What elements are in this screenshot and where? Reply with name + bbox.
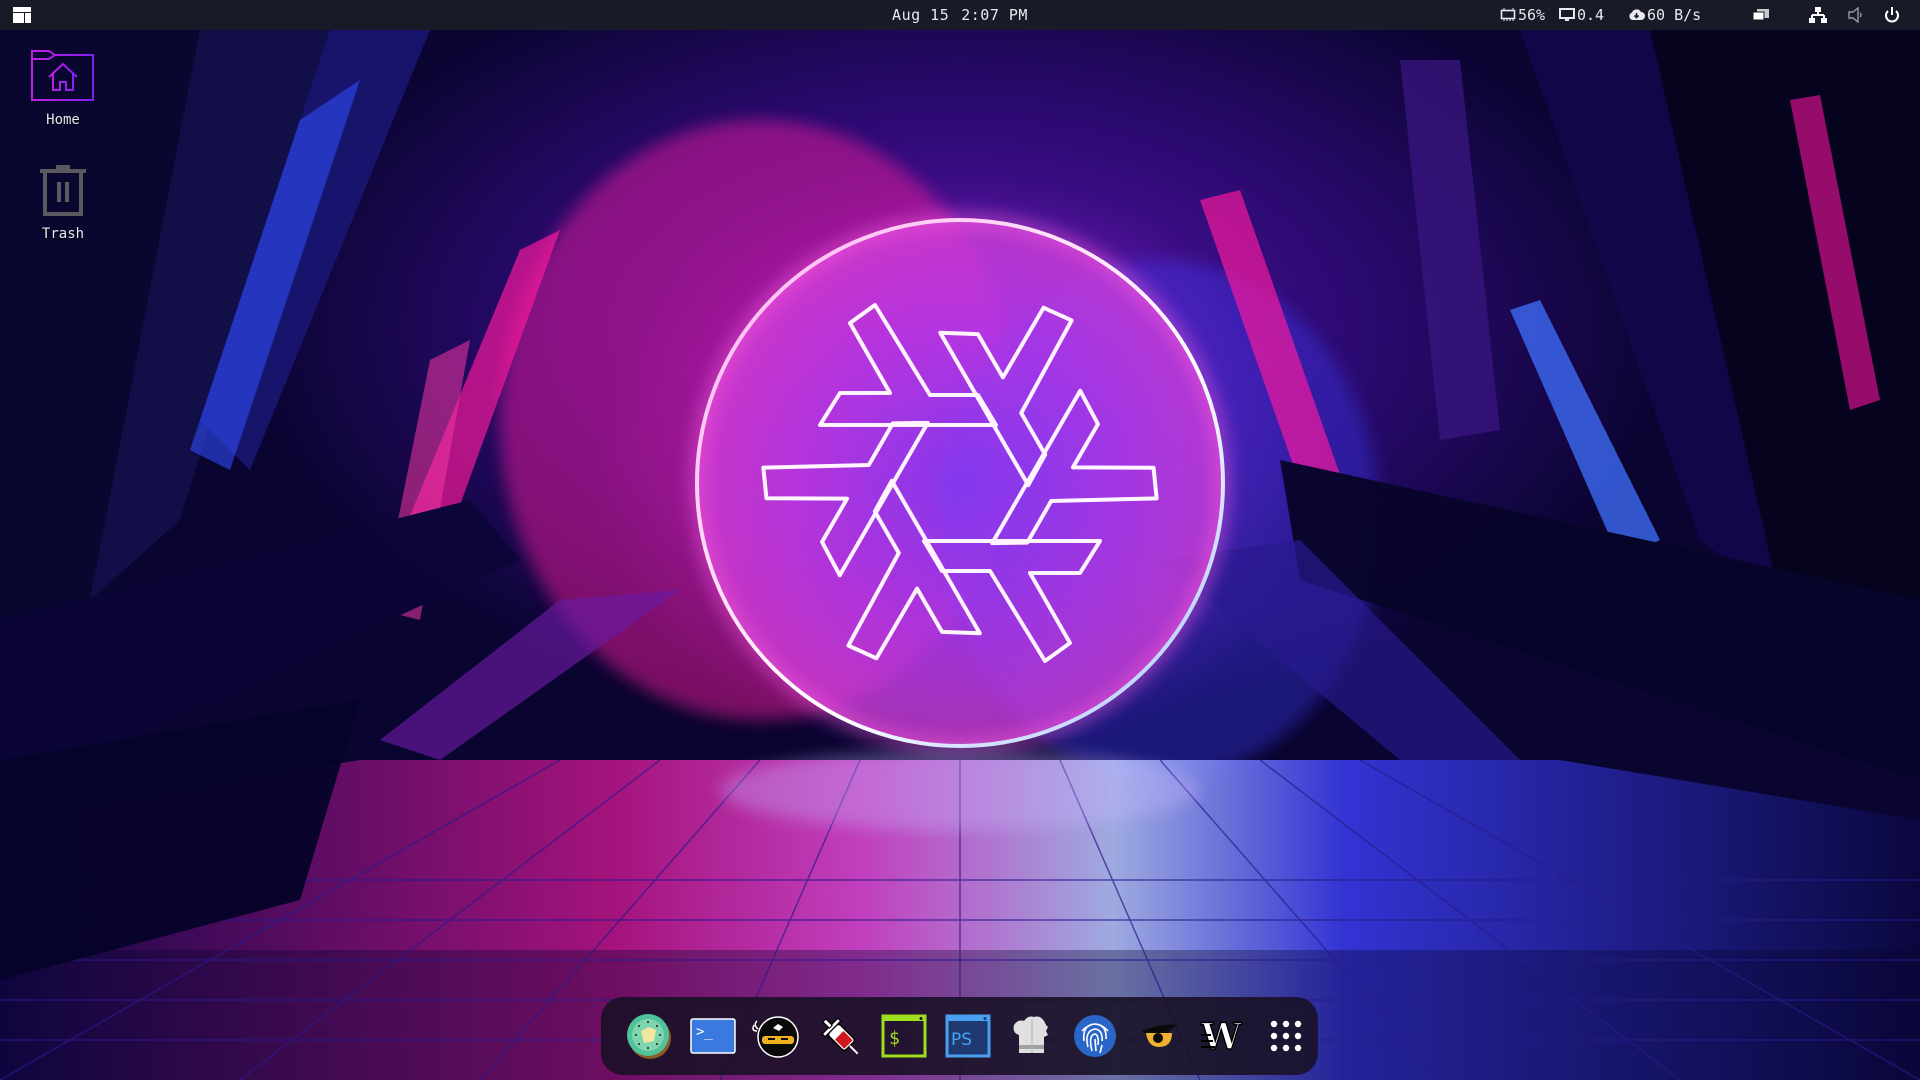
cloud-download-icon (1629, 9, 1645, 20)
date-text: Aug 15 (892, 6, 950, 24)
time-text: 2:07 PM (961, 6, 1028, 24)
layout-icon[interactable] (13, 7, 31, 23)
desktop-icon-trash[interactable]: Trash (13, 164, 113, 242)
desktop-wallpaper (0, 0, 1920, 1080)
network-icon[interactable] (1809, 7, 1827, 23)
desktop-icon-label: Trash (41, 226, 85, 242)
dock-item-kiwi[interactable] (617, 1004, 681, 1068)
dock-item-powershell[interactable]: PS (936, 1004, 1000, 1068)
app-grid-icon (1271, 1020, 1302, 1052)
top-bar: Aug 15 2:07 PM 56% 0.4 60 B/s (0, 0, 1920, 30)
terminal-prompt: >_ (696, 1024, 713, 1040)
power-icon[interactable] (1883, 7, 1901, 23)
desktop-icon-label: Home (46, 112, 80, 128)
shell-symbol: $ (889, 1028, 900, 1049)
dock: >_ $ PS W (601, 997, 1318, 1075)
load-value: 0.4 (1577, 6, 1605, 24)
desktop-icon-home[interactable]: Home (13, 50, 113, 128)
terminal-icon: >_ (689, 1018, 736, 1054)
fingerprint-icon (1074, 1015, 1116, 1057)
load-indicator[interactable]: 0.4 (1559, 0, 1604, 30)
date-time-button[interactable]: Aug 15 2:07 PM (892, 6, 1028, 24)
dock-item-terminal[interactable]: >_ (681, 1004, 745, 1068)
ram-value: 56% (1518, 6, 1546, 24)
dock-item-injector[interactable] (808, 1004, 872, 1068)
dock-item-shell[interactable]: $ (872, 1004, 936, 1068)
dock-item-ninja[interactable] (744, 1004, 808, 1068)
memory-chip-icon (1500, 8, 1516, 21)
kiwi-icon (626, 1014, 671, 1059)
monitor-icon (1559, 8, 1575, 21)
eye-icon (1141, 1024, 1178, 1047)
ram-indicator[interactable]: 56% (1500, 0, 1545, 30)
dock-item-fingerprint[interactable] (1063, 1004, 1127, 1068)
show-applications-button[interactable] (1254, 1004, 1318, 1068)
powershell-label: PS (951, 1030, 972, 1050)
dock-item-wordlist[interactable]: W (1191, 1004, 1255, 1068)
powershell-icon: PS (945, 1014, 991, 1058)
net-speed-value: 60 B/s (1647, 6, 1702, 24)
w-logo-icon: W (1200, 1015, 1244, 1059)
home-folder-icon (31, 50, 94, 101)
trash-icon (40, 165, 86, 216)
syringe-icon (821, 1017, 859, 1055)
w-logo-letter: W (1200, 1016, 1242, 1058)
shell-dollar-icon: $ (881, 1014, 927, 1058)
wallpaper-art (0, 30, 1920, 1080)
chef-hat-icon (1013, 1016, 1049, 1053)
dock-item-chef[interactable] (999, 1004, 1063, 1068)
ninja-icon (752, 1016, 800, 1058)
volume-icon[interactable] (1847, 7, 1865, 23)
network-speed-indicator[interactable]: 60 B/s (1628, 0, 1701, 30)
windows-overview-icon[interactable] (1752, 7, 1770, 23)
dock-item-eye[interactable] (1127, 1004, 1191, 1068)
